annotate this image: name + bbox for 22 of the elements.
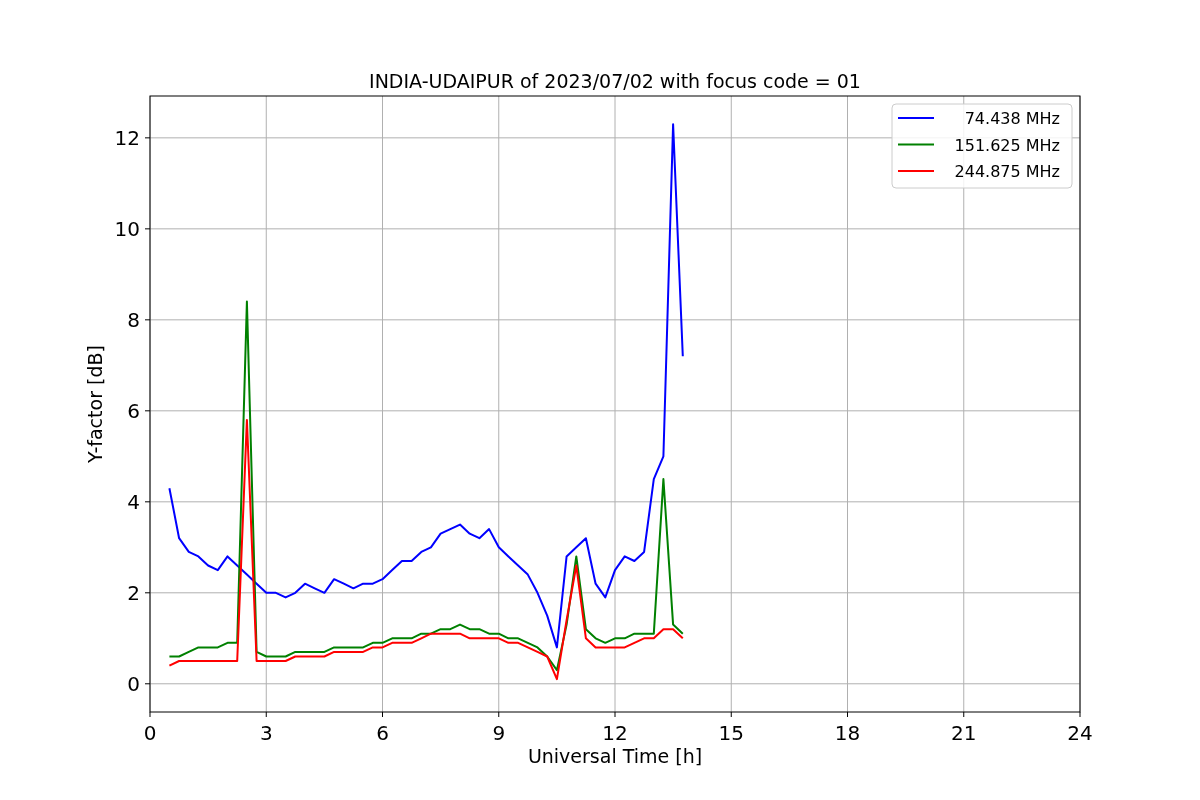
y-tick-label: 10: [114, 216, 140, 241]
x-tick-label: 24: [1067, 721, 1093, 745]
x-tick-label: 18: [834, 721, 861, 745]
y-axis-label: Y-factor [dB]: [84, 345, 106, 463]
y-tick-label: 12: [114, 125, 140, 150]
x-tick-label: 0: [143, 721, 157, 745]
y-tick-label: 4: [127, 489, 140, 514]
y-tick-label: 0: [127, 671, 140, 696]
y-tick-label: 2: [127, 580, 140, 605]
legend-label: 151.625 MHz: [954, 135, 1060, 155]
legend-label: 74.438 MHz: [964, 109, 1060, 128]
x-tick-label: 15: [718, 721, 744, 745]
x-tick-label: 9: [492, 721, 506, 745]
x-tick-label: 12: [602, 721, 628, 745]
y-tick-label: 6: [127, 398, 140, 423]
x-tick-label: 3: [259, 721, 273, 745]
x-axis-label: Universal Time [h]: [527, 745, 703, 767]
legend-label: 244.875 MHz: [954, 162, 1060, 181]
x-tick-label: 6: [376, 721, 389, 745]
y-tick-label: 8: [127, 307, 140, 332]
chart-title: INDIA-UDAIPUR of 2023/07/02 with focus code = 01: [369, 70, 861, 92]
x-tick-label: 21: [951, 721, 977, 745]
